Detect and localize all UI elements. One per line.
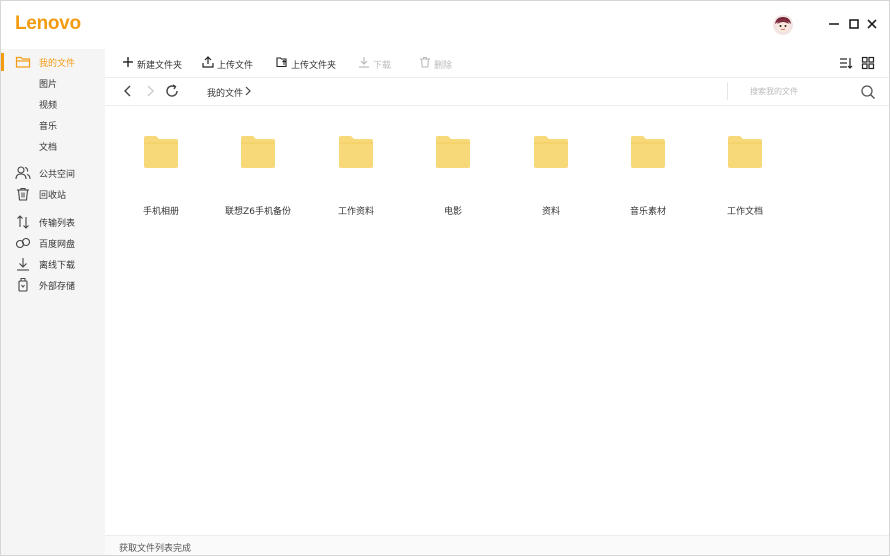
- folder-icon: [144, 136, 178, 168]
- download-label: 下载: [373, 61, 392, 71]
- folder-icon: [534, 136, 568, 168]
- folder-item[interactable]: 资料: [506, 126, 596, 217]
- main-content: 新建文件夹 上传文件 上传文件夹 下载 删除 我的文件 搜索我的文件 手机相册 …: [105, 49, 889, 555]
- forward-arrow-icon[interactable]: [143, 84, 157, 98]
- sidebar-item-offline-download[interactable]: 离线下载: [1, 254, 105, 274]
- sidebar-item-external-storage[interactable]: 外部存储: [1, 275, 105, 295]
- upload-folder-label: 上传文件夹: [291, 61, 337, 71]
- upload-icon: [202, 56, 214, 68]
- folder-name: 工作文档: [726, 207, 763, 217]
- sidebar-item-videos[interactable]: 视频: [1, 94, 105, 114]
- toolbar: 新建文件夹 上传文件 上传文件夹 下载 删除: [105, 49, 889, 78]
- sidebar-item-label: 公共空间: [39, 170, 76, 180]
- file-grid: 手机相册 联想Z6手机备份 工作资料 电影 资料 音乐素材 工作文档: [105, 106, 889, 526]
- plus-icon: [123, 57, 133, 67]
- minimize-icon[interactable]: [827, 17, 841, 31]
- maximize-icon[interactable]: [847, 17, 861, 31]
- search-box: [727, 82, 877, 102]
- sidebar-item-recycle-bin[interactable]: 回收站: [1, 184, 105, 204]
- folder-item[interactable]: 手机相册: [116, 126, 206, 217]
- app-window: Lenovo 我的文件 图片 视频 音乐 文档 公共空间 回收站 传输列表 百度…: [0, 0, 890, 556]
- folder-item[interactable]: 工作文档: [700, 126, 790, 217]
- folder-item[interactable]: 联想Z6手机备份: [213, 126, 303, 217]
- sidebar-item-label: 视频: [39, 101, 58, 111]
- lenovo-logo: Lenovo: [15, 13, 81, 34]
- folder-name: 手机相册: [142, 207, 179, 217]
- sidebar-item-label: 回收站: [39, 191, 67, 201]
- status-bar: 获取文件列表完成: [105, 535, 889, 555]
- sidebar-item-label: 文档: [39, 143, 58, 153]
- upload-file-label: 上传文件: [217, 61, 254, 71]
- sidebar-item-label: 图片: [39, 80, 58, 90]
- usb-drive-icon: [18, 278, 28, 292]
- download-icon: [17, 258, 29, 271]
- folder-name: 联想Z6手机备份: [225, 207, 291, 217]
- sidebar-item-my-files[interactable]: 我的文件: [1, 52, 105, 72]
- breadcrumb[interactable]: 我的文件: [207, 86, 243, 99]
- navigation-bar: 我的文件: [105, 78, 889, 106]
- chevron-right-icon: [245, 86, 251, 96]
- transfer-icon: [17, 215, 29, 229]
- refresh-icon[interactable]: [165, 84, 179, 98]
- user-avatar[interactable]: [773, 15, 793, 35]
- search-input[interactable]: [727, 82, 868, 100]
- sort-list-icon[interactable]: [839, 56, 853, 70]
- folder-item[interactable]: 电影: [408, 126, 498, 217]
- sidebar-item-label: 传输列表: [39, 219, 76, 229]
- close-icon[interactable]: [865, 17, 879, 31]
- new-folder-label: 新建文件夹: [137, 61, 183, 71]
- folder-outline-icon: [15, 56, 31, 68]
- trash-icon: [420, 57, 430, 68]
- sidebar-item-label: 我的文件: [39, 59, 76, 69]
- sidebar-item-label: 音乐: [39, 122, 58, 132]
- sidebar: 我的文件 图片 视频 音乐 文档 公共空间 回收站 传输列表 百度网盘 离线下载…: [1, 49, 105, 555]
- folder-item[interactable]: 工作资料: [311, 126, 401, 217]
- folder-icon: [436, 136, 470, 168]
- cloud-link-icon: [15, 237, 31, 249]
- sidebar-item-label: 外部存储: [39, 282, 76, 292]
- sidebar-item-music[interactable]: 音乐: [1, 115, 105, 135]
- users-icon: [15, 166, 31, 180]
- folder-icon: [241, 136, 275, 168]
- sidebar-item-label: 百度网盘: [39, 240, 76, 250]
- sidebar-item-documents[interactable]: 文档: [1, 136, 105, 156]
- sidebar-item-baidu-pan[interactable]: 百度网盘: [1, 233, 105, 253]
- search-icon[interactable]: [860, 84, 876, 100]
- back-arrow-icon[interactable]: [121, 84, 135, 98]
- folder-name: 工作资料: [337, 207, 374, 217]
- folder-icon: [631, 136, 665, 168]
- trash-icon: [17, 187, 29, 201]
- folder-icon: [728, 136, 762, 168]
- sidebar-item-pictures[interactable]: 图片: [1, 73, 105, 93]
- sidebar-item-transfer-list[interactable]: 传输列表: [1, 212, 105, 232]
- folder-item[interactable]: 音乐素材: [603, 126, 693, 217]
- title-bar: Lenovo: [1, 1, 889, 49]
- folder-icon: [339, 136, 373, 168]
- status-text: 获取文件列表完成: [119, 544, 192, 554]
- sidebar-item-label: 离线下载: [39, 261, 76, 271]
- folder-name: 音乐素材: [629, 207, 666, 217]
- folder-upload-icon: [276, 57, 287, 68]
- grid-view-icon[interactable]: [861, 56, 875, 70]
- delete-label: 删除: [434, 61, 453, 71]
- folder-name: 资料: [541, 207, 560, 217]
- sidebar-item-public-space[interactable]: 公共空间: [1, 163, 105, 183]
- folder-name: 电影: [443, 207, 462, 217]
- download-icon: [359, 57, 369, 68]
